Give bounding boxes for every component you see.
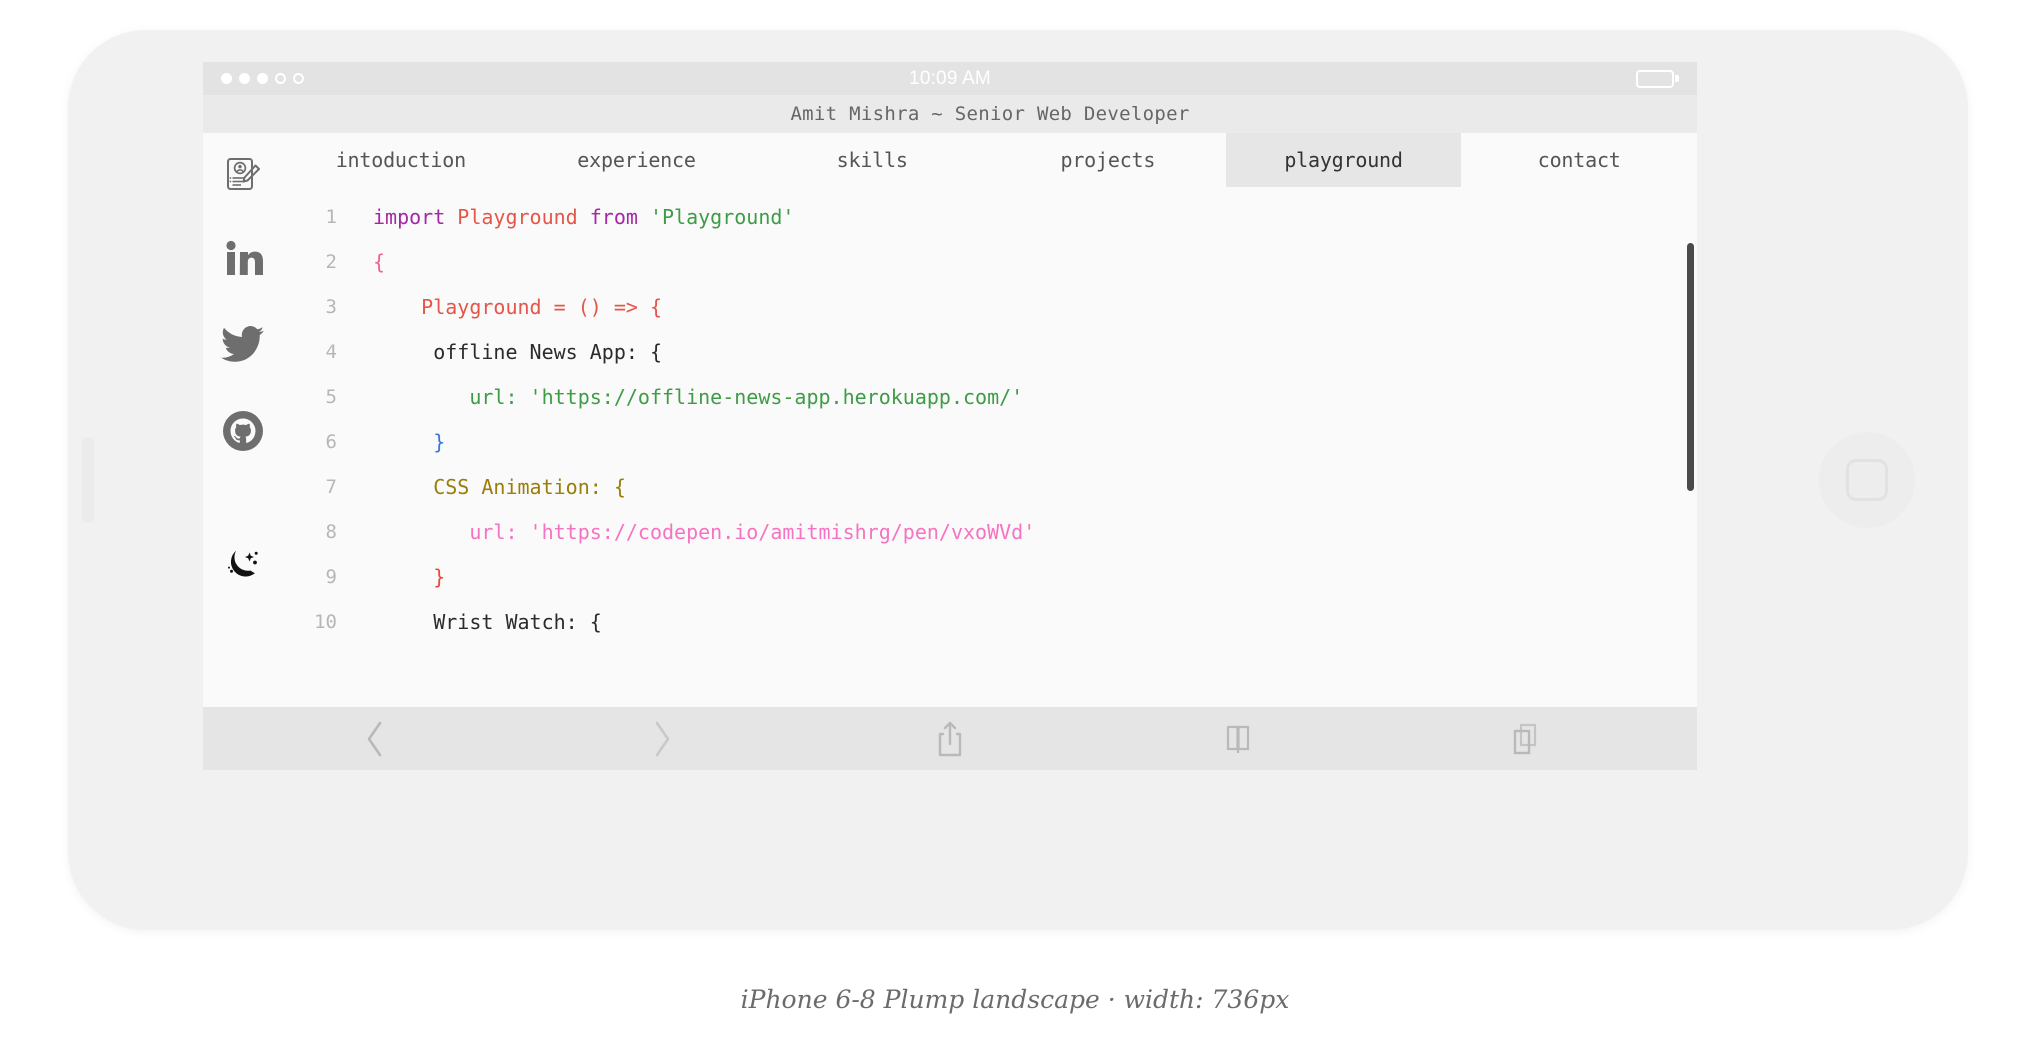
code-token: Wrist Watch: {: [373, 610, 602, 634]
line-number: 10: [314, 611, 337, 633]
code-line: 8 url: 'https://codepen.io/amitmishrg/pe…: [283, 510, 1697, 555]
line-content: }: [373, 555, 445, 600]
line-content: Playground = () => {: [373, 285, 662, 330]
caption: iPhone 6-8 Plump landscape · width: 736p…: [740, 985, 1290, 1014]
github-icon: [223, 411, 263, 451]
tab-contact[interactable]: contact: [1461, 133, 1697, 187]
tab-skills[interactable]: skills: [754, 133, 990, 187]
side-button[interactable]: [82, 437, 94, 523]
code-scrollbar[interactable]: [1687, 243, 1694, 491]
line-content: }: [373, 420, 445, 465]
tab-bar: intoduction experience skills projects playg…: [283, 133, 1697, 187]
line-number: 5: [325, 386, 337, 408]
code-line: 4 offline News App: {: [283, 330, 1697, 375]
sidebar-item-twitter[interactable]: [215, 317, 271, 373]
code-line: 6 }: [283, 420, 1697, 465]
line-content: offline News App: {: [373, 330, 662, 375]
code-line: 10 Wrist Watch: {: [283, 600, 1697, 645]
line-content: Wrist Watch: {: [373, 600, 602, 645]
line-content: url: 'https://codepen.io/amitmishrg/pen/…: [373, 510, 1035, 555]
line-content: import Playground from 'Playground': [373, 195, 794, 240]
code-line: 7 CSS Animation: {: [283, 465, 1697, 510]
code-token: Playground: [457, 205, 590, 229]
code-token: offline News App: {: [373, 340, 662, 364]
tab-projects[interactable]: projects: [990, 133, 1226, 187]
main-column: intoduction experience skills projects playg…: [283, 133, 1697, 707]
twitter-icon: [221, 326, 264, 362]
line-number: 7: [325, 476, 337, 498]
sidebar-item-github[interactable]: [215, 403, 271, 459]
line-number: 9: [325, 566, 337, 588]
code-line: 2{: [283, 240, 1697, 285]
tabs-icon: [1513, 723, 1537, 754]
safari-toolbar: [203, 707, 1697, 770]
web-page: Amit Mishra ~ Senior Web Developer intod…: [203, 95, 1697, 707]
code-line: 3 Playground = () => {: [283, 285, 1697, 330]
forward-chevron-icon: [656, 721, 670, 756]
line-content: url: 'https://offline-news-app.herokuapp…: [373, 375, 1023, 420]
code-token: }: [373, 430, 446, 454]
line-number: 2: [325, 251, 337, 273]
code-lines: 1 import Playground from 'Playground' 2{3 …: [283, 195, 1697, 645]
linkedin-icon: [226, 240, 263, 275]
sidebar-item-linkedin[interactable]: [215, 231, 271, 287]
battery-body: [1635, 69, 1674, 88]
bookmarks-button[interactable]: [1203, 715, 1273, 763]
line-number: 1: [325, 206, 337, 228]
code-token: CSS Animation: {: [373, 475, 626, 499]
home-button-inner: [1846, 459, 1888, 501]
battery-cap: [1675, 75, 1679, 82]
home-button[interactable]: [1819, 432, 1915, 528]
line-content: CSS Animation: {: [373, 465, 626, 510]
code-token: url: 'https://offline-news-app.herokuapp…: [373, 385, 1024, 409]
line-content: {: [373, 240, 385, 285]
resume-icon: [227, 158, 260, 190]
code-line: 5 url: 'https://offline-news-app.herokua…: [283, 375, 1697, 420]
sidebar-item-dark-mode-toggle[interactable]: [215, 537, 271, 593]
line-number: 8: [325, 521, 337, 543]
line-number: 6: [325, 431, 337, 453]
code-line: 9 }: [283, 555, 1697, 600]
code-line: 1 import Playground from 'Playground': [283, 195, 1697, 240]
code-token: from: [589, 205, 650, 229]
content-row: intoduction experience skills projects playg…: [203, 133, 1697, 707]
status-bar-time: 10:09 AM: [909, 67, 991, 89]
forward-button[interactable]: [627, 715, 697, 763]
code-token: 'Playground': [649, 205, 795, 229]
tab-intoduction[interactable]: intoduction: [283, 133, 519, 187]
tab-experience[interactable]: experience: [519, 133, 755, 187]
code-token: }: [373, 565, 446, 589]
share-icon: [938, 721, 962, 756]
phone-screen: 10:09 AM Amit Mishra ~ Senior Web Develo…: [203, 62, 1697, 707]
code-token: import: [373, 205, 458, 229]
line-number: 4: [325, 341, 337, 363]
status-bar: 10:09 AM: [203, 62, 1697, 95]
sidebar: [203, 133, 283, 707]
tab-playground[interactable]: playground: [1225, 133, 1462, 187]
battery-icon: [1635, 69, 1679, 88]
code-token: {: [373, 250, 386, 274]
line-number: 3: [325, 296, 337, 318]
code-token: url: 'https://codepen.io/amitmishrg/pen/…: [373, 520, 1036, 544]
share-button[interactable]: [915, 715, 985, 763]
back-button[interactable]: [340, 715, 410, 763]
sidebar-item-resume[interactable]: [215, 147, 271, 203]
bookmarks-icon: [1226, 725, 1249, 753]
moon-icon: [228, 550, 258, 577]
code-token: Playground = () => {: [373, 295, 662, 319]
back-chevron-icon: [367, 721, 382, 756]
site-title: Amit Mishra ~ Senior Web Developer: [203, 95, 1697, 133]
tabs-button[interactable]: [1490, 715, 1560, 763]
code-editor[interactable]: 1 import Playground from 'Playground' 2{3 …: [283, 187, 1697, 707]
